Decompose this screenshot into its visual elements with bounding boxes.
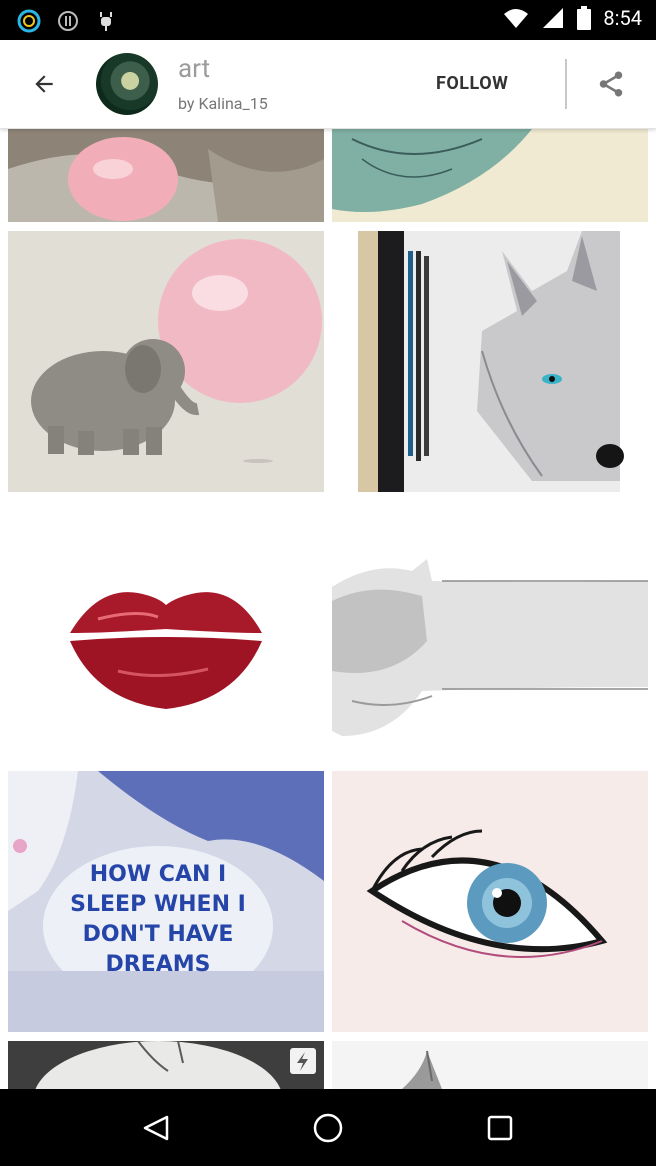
share-icon[interactable]: [593, 66, 629, 102]
pin-image[interactable]: [8, 231, 324, 492]
artwork-text: DREAMS: [106, 952, 211, 977]
follow-button[interactable]: FOLLOW: [436, 73, 508, 94]
system-nav-bar: [0, 1089, 656, 1166]
status-bar: 8:54: [0, 0, 656, 40]
board-owner[interactable]: by Kalina_15: [178, 94, 268, 113]
pin-image[interactable]: [332, 129, 648, 222]
pin-image[interactable]: [8, 1041, 324, 1089]
android-debug-icon: [94, 9, 118, 33]
ring-app-icon: [16, 8, 42, 34]
wifi-icon: [503, 7, 529, 29]
board-header: art by Kalina_15 FOLLOW: [0, 40, 656, 129]
pin-image[interactable]: [332, 501, 648, 762]
pin-image[interactable]: [332, 771, 648, 1032]
board-title: art: [178, 54, 211, 84]
battery-icon: [577, 6, 592, 30]
back-arrow-icon[interactable]: [26, 66, 62, 102]
artwork-text: DON'T HAVE: [83, 922, 234, 947]
pin-image[interactable]: [8, 129, 324, 222]
header-divider: [565, 59, 567, 109]
artwork-text: HOW CAN I: [90, 862, 226, 887]
recents-square-icon[interactable]: [480, 1108, 520, 1148]
pin-image[interactable]: [332, 1041, 648, 1089]
status-time: 8:54: [603, 6, 642, 30]
pin-grid: HOW CAN I SLEEP WHEN I DON'T HAVE DREAMS: [0, 129, 656, 1089]
artwork-text: SLEEP WHEN I: [70, 892, 246, 917]
avatar[interactable]: [96, 53, 158, 115]
signal-icon: [541, 7, 565, 29]
pin-image[interactable]: [8, 501, 324, 762]
info-circle-icon: [56, 9, 80, 33]
home-circle-icon[interactable]: [308, 1108, 348, 1148]
back-triangle-icon[interactable]: [136, 1108, 176, 1148]
pin-image[interactable]: HOW CAN I SLEEP WHEN I DON'T HAVE DREAMS: [8, 771, 324, 1032]
pin-image[interactable]: [332, 231, 648, 492]
